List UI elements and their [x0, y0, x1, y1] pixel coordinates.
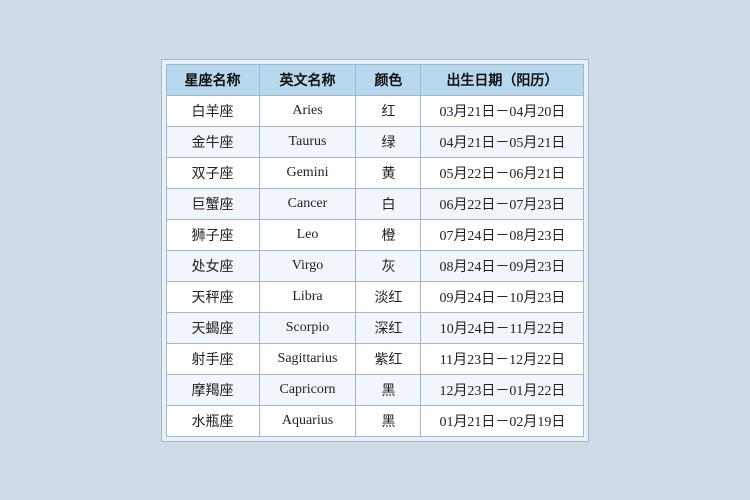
table-cell: 10月24日－11月22日: [421, 312, 584, 343]
table-cell: Capricorn: [259, 374, 356, 405]
table-cell: 天秤座: [166, 281, 259, 312]
table-row: 射手座Sagittarius紫红11月23日－12月22日: [166, 343, 584, 374]
table-cell: 09月24日－10月23日: [421, 281, 584, 312]
table-header-row: 星座名称英文名称颜色出生日期（阳历）: [166, 64, 584, 95]
table-cell: 橙: [356, 219, 421, 250]
table-cell: Gemini: [259, 157, 356, 188]
table-cell: 03月21日－04月20日: [421, 95, 584, 126]
table-cell: 07月24日－08月23日: [421, 219, 584, 250]
table-cell: 12月23日－01月22日: [421, 374, 584, 405]
table-header-cell: 颜色: [356, 64, 421, 95]
table-cell: 狮子座: [166, 219, 259, 250]
table-cell: 黑: [356, 374, 421, 405]
table-cell: 黄: [356, 157, 421, 188]
zodiac-table-wrapper: 星座名称英文名称颜色出生日期（阳历） 白羊座Aries红03月21日－04月20…: [161, 59, 590, 442]
table-row: 白羊座Aries红03月21日－04月20日: [166, 95, 584, 126]
table-cell: Cancer: [259, 188, 356, 219]
table-row: 水瓶座Aquarius黑01月21日－02月19日: [166, 405, 584, 436]
table-cell: 11月23日－12月22日: [421, 343, 584, 374]
table-row: 狮子座Leo橙07月24日－08月23日: [166, 219, 584, 250]
table-cell: 淡红: [356, 281, 421, 312]
table-cell: 06月22日－07月23日: [421, 188, 584, 219]
table-cell: Leo: [259, 219, 356, 250]
table-cell: 白羊座: [166, 95, 259, 126]
table-row: 双子座Gemini黄05月22日－06月21日: [166, 157, 584, 188]
table-cell: 08月24日－09月23日: [421, 250, 584, 281]
table-cell: Libra: [259, 281, 356, 312]
table-cell: 金牛座: [166, 126, 259, 157]
table-cell: 黑: [356, 405, 421, 436]
table-cell: 灰: [356, 250, 421, 281]
table-cell: 红: [356, 95, 421, 126]
table-cell: Scorpio: [259, 312, 356, 343]
table-cell: 白: [356, 188, 421, 219]
table-header-cell: 星座名称: [166, 64, 259, 95]
table-row: 处女座Virgo灰08月24日－09月23日: [166, 250, 584, 281]
table-cell: 摩羯座: [166, 374, 259, 405]
table-cell: Virgo: [259, 250, 356, 281]
table-cell: 双子座: [166, 157, 259, 188]
table-cell: 05月22日－06月21日: [421, 157, 584, 188]
table-cell: 01月21日－02月19日: [421, 405, 584, 436]
table-cell: 天蝎座: [166, 312, 259, 343]
zodiac-table: 星座名称英文名称颜色出生日期（阳历） 白羊座Aries红03月21日－04月20…: [166, 64, 585, 437]
table-cell: Aries: [259, 95, 356, 126]
table-row: 天蝎座Scorpio深红10月24日－11月22日: [166, 312, 584, 343]
table-cell: 巨蟹座: [166, 188, 259, 219]
table-cell: Sagittarius: [259, 343, 356, 374]
table-cell: 射手座: [166, 343, 259, 374]
table-row: 摩羯座Capricorn黑12月23日－01月22日: [166, 374, 584, 405]
table-row: 巨蟹座Cancer白06月22日－07月23日: [166, 188, 584, 219]
table-header-cell: 出生日期（阳历）: [421, 64, 584, 95]
table-cell: 深红: [356, 312, 421, 343]
table-cell: 水瓶座: [166, 405, 259, 436]
table-row: 天秤座Libra淡红09月24日－10月23日: [166, 281, 584, 312]
table-cell: 紫红: [356, 343, 421, 374]
table-cell: Taurus: [259, 126, 356, 157]
table-cell: 绿: [356, 126, 421, 157]
table-cell: Aquarius: [259, 405, 356, 436]
table-row: 金牛座Taurus绿04月21日－05月21日: [166, 126, 584, 157]
table-header-cell: 英文名称: [259, 64, 356, 95]
table-cell: 04月21日－05月21日: [421, 126, 584, 157]
table-cell: 处女座: [166, 250, 259, 281]
